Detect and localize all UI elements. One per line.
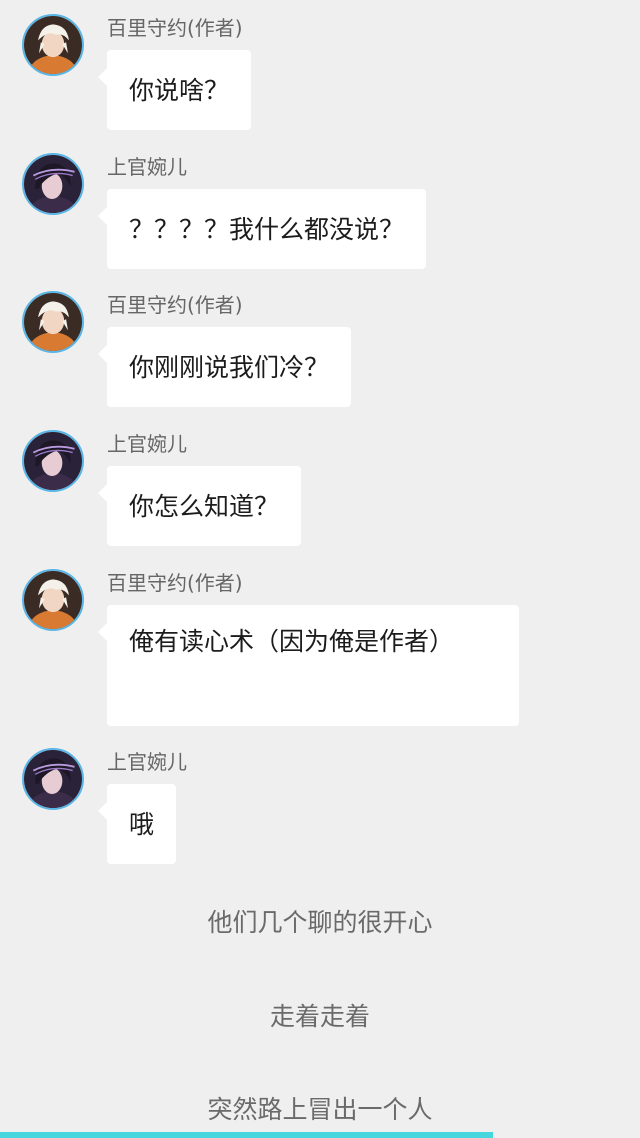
message-bubble: 俺有读心术（因为俺是作者） [98, 605, 519, 726]
narration-text: 突然路上冒出一个人 [207, 1095, 433, 1124]
sender-name: 百里守约(作者) [107, 293, 243, 317]
female-character-avatar-image [24, 432, 82, 490]
sender-name: 百里守约(作者) [107, 16, 243, 40]
message-bubble: 哦 [97, 784, 177, 864]
message-bubble: 你说啥？ [97, 50, 252, 130]
chat-message: 上官婉儿 你怎么知道？ [0, 416, 640, 556]
sender-name: 上官婉儿 [107, 432, 187, 456]
male-character-avatar-image [24, 293, 82, 351]
male-character-avatar-image [24, 16, 82, 74]
male-character-avatar[interactable] [22, 291, 84, 353]
reading-progress-bar [0, 1132, 640, 1138]
message-bubble: ？？？？我什么都没说？ [97, 189, 427, 269]
sender-name: 上官婉儿 [107, 155, 187, 179]
male-character-avatar[interactable] [22, 14, 84, 76]
chat-message: 百里守约(作者) 你说啥？ [0, 0, 640, 140]
female-character-avatar[interactable] [22, 153, 84, 215]
narration-text: 走着走着 [269, 1002, 370, 1031]
female-character-avatar-image [24, 750, 82, 808]
sender-name: 上官婉儿 [107, 750, 187, 774]
female-character-avatar[interactable] [22, 748, 84, 810]
female-character-avatar-image [24, 155, 82, 213]
chat-message: 百里守约(作者) 俺有读心术（因为俺是作者） [0, 555, 640, 735]
narration-text: 他们几个聊的很开心 [207, 908, 433, 937]
message-bubble: 你怎么知道？ [97, 466, 302, 546]
sender-name: 百里守约(作者) [107, 571, 243, 595]
message-bubble: 你刚刚说我们冷？ [97, 327, 352, 407]
female-character-avatar[interactable] [22, 430, 84, 492]
reading-progress-fill [0, 1132, 493, 1138]
male-character-avatar[interactable] [22, 569, 84, 631]
male-character-avatar-image [24, 571, 82, 629]
chat-message: 上官婉儿 哦 [0, 734, 640, 874]
chat-message: 上官婉儿 ？？？？我什么都没说？ [0, 139, 640, 279]
chat-message: 百里守约(作者) 你刚刚说我们冷？ [0, 277, 640, 417]
